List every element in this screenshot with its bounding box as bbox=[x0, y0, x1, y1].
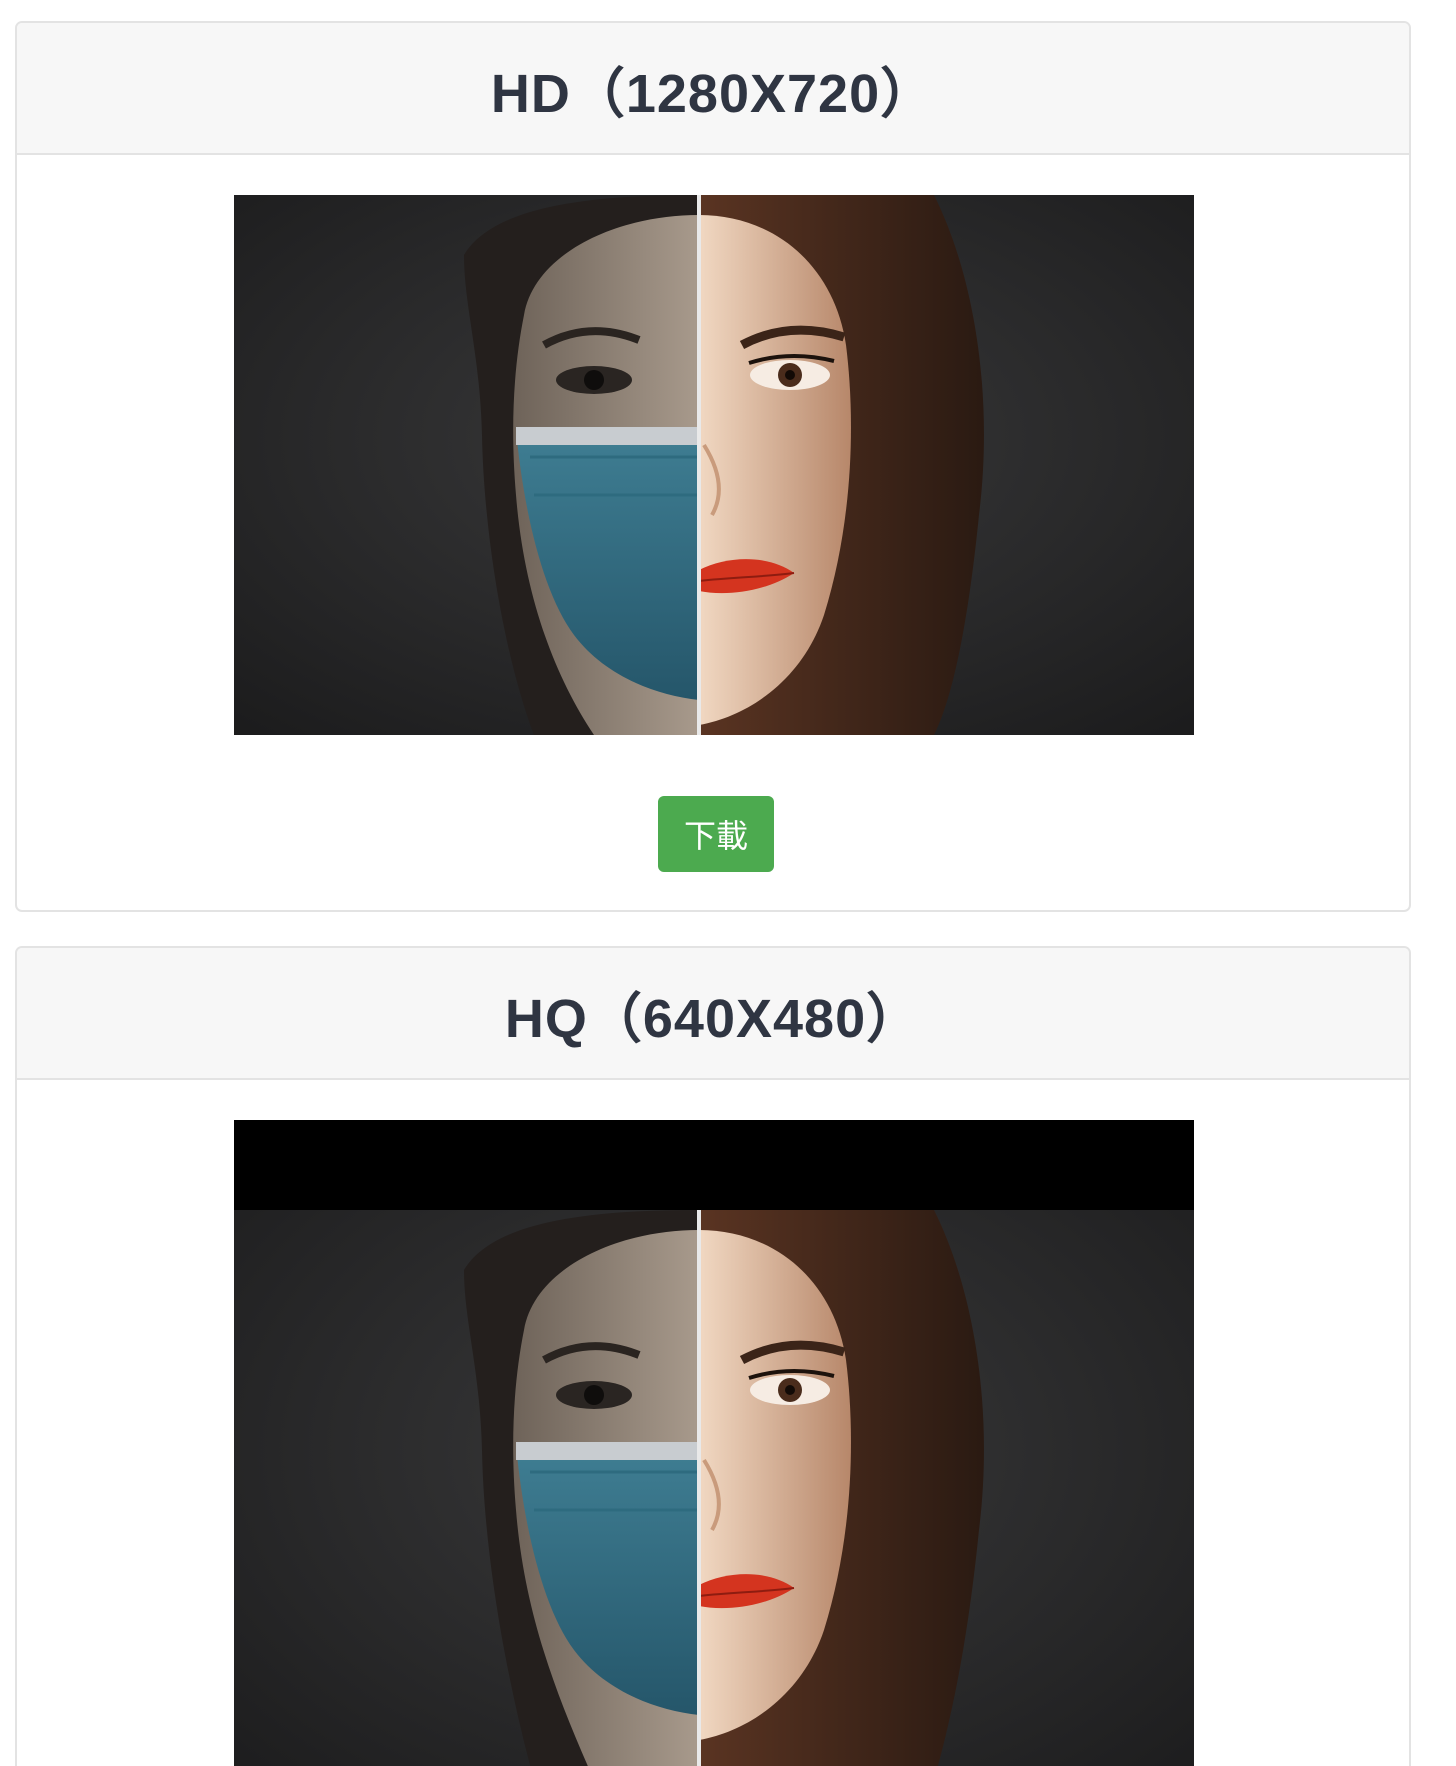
thumbnail-card-hq: HQ（640X480） bbox=[15, 946, 1411, 1766]
download-button[interactable]: 下載 bbox=[658, 796, 774, 872]
thumbnail-image bbox=[234, 195, 1194, 735]
thumbnail-photo-svg bbox=[234, 1120, 1194, 1766]
thumbnail-photo-svg bbox=[234, 195, 1194, 735]
card-title: HQ（640X480） bbox=[504, 988, 922, 1049]
card-header: HD（1280X720） bbox=[17, 23, 1409, 155]
card-header: HQ（640X480） bbox=[17, 948, 1409, 1080]
thumbnail-image bbox=[234, 1120, 1194, 1766]
card-title: HD（1280X720） bbox=[490, 63, 936, 124]
thumbnail-card-hd: HD（1280X720） 下載 bbox=[15, 21, 1411, 912]
